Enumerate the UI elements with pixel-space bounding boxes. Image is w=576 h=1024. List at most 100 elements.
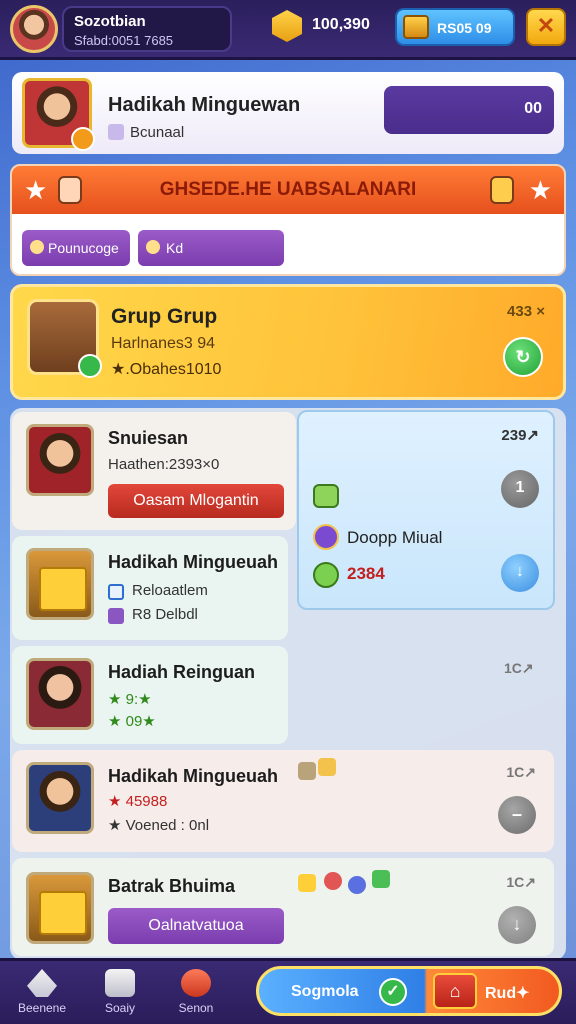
- nav-item-beenene[interactable]: Beenene: [2, 965, 82, 1023]
- profile-box[interactable]: Sozotbian Sfabd:0051 7685: [62, 6, 232, 52]
- star-icon: ★: [528, 175, 552, 205]
- home-icon: ⌂: [449, 981, 461, 1001]
- row-meta: 1C↗: [504, 660, 534, 676]
- row-name: Hadiah Reinguan: [108, 662, 256, 682]
- gem-icon: [318, 758, 336, 776]
- check-badge-icon: [78, 354, 102, 378]
- dice-icon: [298, 762, 316, 780]
- gem-icon: [313, 484, 339, 508]
- event-chip-2[interactable]: Kd: [138, 230, 284, 266]
- player-avatar[interactable]: [10, 5, 58, 53]
- avatar: [26, 424, 94, 496]
- event-chip-2-label: Kd: [166, 240, 184, 256]
- row-action-button[interactable]: Oalnatvatuoa: [108, 908, 284, 944]
- row-name: Hadikah Mingueuah: [108, 766, 279, 786]
- list-item[interactable]: Hadikah Mingueuah ★ 45988 ★ Voened : 0nl…: [12, 750, 554, 852]
- event-chip-1[interactable]: Pounucoge: [22, 230, 130, 266]
- row-detail: Haathen:2393×0: [108, 456, 220, 473]
- row-action-button[interactable]: Oasam Mlogantin: [108, 484, 284, 518]
- player-name: Hadikah Minguewan: [108, 94, 301, 116]
- row-name: Snuiesan: [108, 428, 189, 448]
- nav-label: Beenene: [17, 1001, 67, 1015]
- event-title: GHSEDE.HE UABSALANARI: [159, 179, 417, 200]
- close-icon: ✕: [536, 13, 556, 38]
- popup-meta: 239↗: [501, 427, 539, 444]
- arrow-down-icon: ↓: [516, 563, 524, 580]
- row-detail-2: ★ 09★: [108, 713, 156, 730]
- gift-box-icon: [26, 548, 94, 620]
- rocket-icon: [27, 969, 57, 997]
- list-item[interactable]: Snuiesan Haathen:2393×0 Oasam Mlogantin: [12, 412, 296, 530]
- top-bar: Sozotbian Sfabd:0051 7685 100,390 RS05 0…: [0, 0, 576, 60]
- gems-label: RS05 09: [437, 20, 492, 36]
- row-name: Batrak Bhuima: [108, 876, 236, 896]
- row-detail-2: ★ Voened : 0nl: [108, 817, 210, 834]
- gem-icon: [298, 874, 316, 892]
- row-detail: ★ 45988: [108, 793, 168, 810]
- coin-icon: [313, 562, 339, 588]
- shield-icon: [30, 240, 44, 254]
- group-card[interactable]: Grup Grup Harlnanes3 94 ★.Obahes1010 433…: [10, 284, 566, 400]
- row-meta: 1C↗: [506, 764, 536, 780]
- group-stat: ★.Obahes1010: [111, 361, 222, 378]
- nav-item-soaiy[interactable]: Soaiy: [80, 965, 160, 1023]
- cta-left-label: Sogmola: [291, 983, 359, 1000]
- player-banner[interactable]: Hadikah Minguewan Bcunaal 00: [12, 72, 564, 154]
- player-stat-pill: 00: [384, 86, 554, 134]
- gem-icon: [348, 876, 366, 894]
- popup-action-2[interactable]: ↓: [501, 554, 539, 592]
- event-chip-1-label: Pounucoge: [48, 240, 119, 256]
- profile-name: Sozotbian: [74, 13, 146, 30]
- nav-label: Soaiy: [104, 1001, 136, 1015]
- group-corner-count: 433 ×: [507, 303, 545, 320]
- minus-icon: –: [511, 804, 522, 824]
- checkbox-icon[interactable]: [108, 584, 124, 600]
- gem-icon: [324, 872, 342, 890]
- treasure-chest-icon: [403, 15, 429, 39]
- cta-button[interactable]: Sogmola ✓ ⌂ Rud✦: [256, 966, 562, 1016]
- row-action-circle[interactable]: –: [498, 796, 536, 834]
- row-meta: 1C↗: [506, 874, 536, 890]
- row-name: Hadikah Mingueuah: [108, 552, 279, 572]
- list-item[interactable]: Hadikah Mingueuah Reloaatlem R8 Delbdl: [12, 536, 288, 640]
- dice-icon: [105, 969, 135, 997]
- nav-label: Senon: [178, 1001, 214, 1015]
- gold-star-icon: [272, 10, 302, 42]
- event-banner[interactable]: ★ GHSEDE.HE UABSALANARI ★ Pounucoge Kd: [10, 164, 566, 276]
- close-button[interactable]: ✕: [526, 8, 566, 46]
- popup-action-1-label: 1: [515, 479, 525, 496]
- cta-right-label: Rud✦: [485, 985, 530, 1002]
- row-action-circle[interactable]: ↓: [498, 906, 536, 944]
- group-subtitle: Harlnanes3 94: [111, 335, 216, 352]
- player-portrait: [22, 78, 95, 151]
- list-item[interactable]: Hadiah Reinguan ★ 9:★ ★ 09★: [12, 646, 288, 744]
- level-badge-icon: [71, 127, 95, 151]
- gems-button[interactable]: RS05 09: [395, 8, 515, 46]
- popup-value: 2384: [347, 564, 385, 583]
- gold-counter: 100,390: [312, 16, 370, 33]
- arrow-down-icon: ↓: [512, 914, 522, 934]
- list-item[interactable]: Batrak Bhuima Oalnatvatuoa 1C↗ ↓: [12, 858, 554, 956]
- nav-item-senon[interactable]: Senon: [156, 965, 236, 1023]
- avatar: [26, 762, 94, 834]
- popup-card[interactable]: 239↗ 1 Doopp Miual 2384 ↓: [297, 410, 555, 610]
- tag-icon: [108, 608, 124, 624]
- gem-icon: [372, 870, 390, 888]
- avatar: [26, 658, 94, 730]
- player-subtitle: Bcunaal: [130, 124, 185, 141]
- home-button[interactable]: ⌂: [433, 973, 477, 1009]
- treasure-chest-icon: [27, 299, 102, 378]
- row-detail: Reloaatlem: [132, 582, 208, 599]
- profile-id: Sfabd:0051 7685: [74, 33, 174, 48]
- group-go-button[interactable]: ↻: [503, 337, 543, 377]
- tag-icon: [146, 240, 160, 254]
- check-icon: ✓: [379, 978, 407, 1006]
- money-bag-icon: [490, 176, 514, 204]
- potion-icon: [313, 524, 339, 550]
- event-header: ★ GHSEDE.HE UABSALANARI ★: [12, 166, 564, 214]
- gift-box-icon: [26, 872, 94, 944]
- row-detail: ★ 9:★: [108, 691, 152, 708]
- popup-action-1[interactable]: 1: [501, 470, 539, 508]
- potion-icon: [181, 969, 211, 997]
- row-detail-2: R8 Delbdl: [132, 606, 198, 623]
